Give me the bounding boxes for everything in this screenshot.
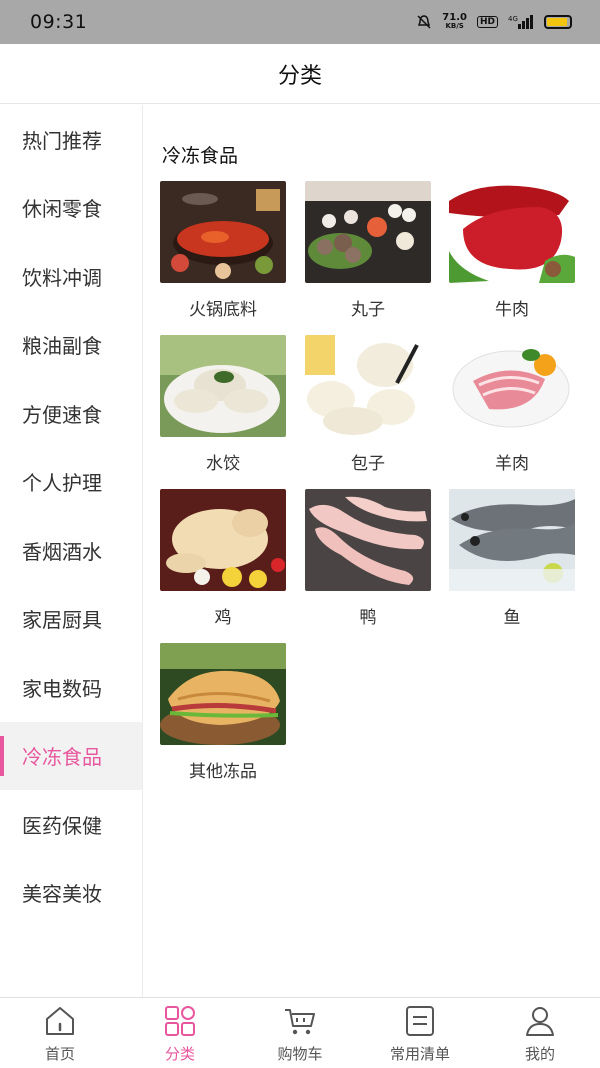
- tab-label: 常用清单: [389, 1045, 450, 1063]
- sidebar-item-label: 个人护理: [22, 471, 102, 496]
- product-label: 鱼: [503, 608, 521, 628]
- sidebar-item-label: 饮料冲调: [22, 265, 102, 290]
- beef-image: [449, 181, 575, 283]
- mutton-image: [449, 335, 575, 437]
- category-sidebar: 热门推荐 休闲零食 饮料冲调 粮油副食 方便速食 个人护理 香烟酒水 家居厨具 …: [0, 105, 143, 997]
- sidebar-item-label: 家电数码: [22, 676, 102, 701]
- sidebar-item-snacks[interactable]: 休闲零食: [0, 174, 142, 243]
- product-duck[interactable]: 鸭: [305, 489, 431, 629]
- mute-icon: [417, 15, 431, 29]
- tab-label: 分类: [164, 1045, 195, 1063]
- page-header: 分类: [0, 44, 600, 104]
- duck-feet-image: [305, 489, 431, 591]
- signal-label: 4G: [508, 15, 518, 23]
- user-icon: [526, 1007, 554, 1036]
- product-meatballs[interactable]: 丸子: [305, 181, 431, 321]
- category-content: 冷冻食品 火锅底料 丸子 牛肉 水饺 包子 羊肉 鸡 鸭 鱼 其他冻品: [144, 105, 600, 997]
- cart-icon: [285, 1009, 315, 1035]
- sidebar-item-instant-food[interactable]: 方便速食: [0, 379, 142, 448]
- product-label: 包子: [351, 454, 385, 474]
- product-label: 鸡: [214, 608, 232, 628]
- product-buns[interactable]: 包子: [305, 335, 431, 475]
- bottom-tab-bar: 首页 分类 购物车 常用清单 我的: [0, 997, 600, 1068]
- sidebar-item-label: 热门推荐: [22, 128, 102, 153]
- product-label: 牛肉: [495, 300, 529, 320]
- tab-home[interactable]: 首页: [0, 998, 120, 1068]
- sidebar-item-hot[interactable]: 热门推荐: [0, 105, 142, 174]
- product-label: 水饺: [206, 454, 240, 474]
- net-speed: 71.0 KB/S: [442, 13, 467, 31]
- hotpot-image: [160, 181, 286, 283]
- sidebar-item-beauty[interactable]: 美容美妆: [0, 859, 142, 928]
- section-title: 冷冻食品: [162, 145, 239, 167]
- sidebar-item-tobacco-wine[interactable]: 香烟酒水: [0, 516, 142, 585]
- pancake-image: [160, 643, 286, 745]
- dumplings-image: [160, 335, 286, 437]
- product-dumplings[interactable]: 水饺: [160, 335, 286, 475]
- status-time: 09:31: [30, 11, 88, 33]
- sidebar-item-label: 冷冻食品: [22, 745, 102, 770]
- status-icons: 71.0 KB/S HD 4G: [416, 13, 572, 31]
- product-mutton[interactable]: 羊肉: [449, 335, 575, 475]
- battery-icon: [544, 15, 572, 29]
- hd-badge: HD: [476, 16, 498, 28]
- net-speed-unit: KB/S: [445, 22, 464, 30]
- meatballs-image: [305, 181, 431, 283]
- list-icon: [406, 1006, 434, 1036]
- page-title: 分类: [277, 63, 322, 89]
- product-chicken[interactable]: 鸡: [160, 489, 286, 629]
- product-label: 火锅底料: [189, 300, 257, 320]
- sidebar-item-label: 医药保健: [22, 813, 102, 838]
- tab-list[interactable]: 常用清单: [360, 998, 480, 1068]
- home-icon: [46, 1007, 74, 1035]
- product-label: 鸭: [359, 608, 377, 628]
- sidebar-item-personal-care[interactable]: 个人护理: [0, 448, 142, 517]
- product-label: 其他冻品: [189, 762, 257, 782]
- sidebar-item-label: 粮油副食: [22, 334, 102, 359]
- category-icon: [165, 1006, 195, 1036]
- tab-cart[interactable]: 购物车: [240, 998, 360, 1068]
- sidebar-item-electronics[interactable]: 家电数码: [0, 653, 142, 722]
- sidebar-item-label: 家居厨具: [22, 608, 102, 633]
- product-hotpot-base[interactable]: 火锅底料: [160, 181, 286, 321]
- sidebar-item-grain-oil[interactable]: 粮油副食: [0, 311, 142, 380]
- tab-label: 我的: [524, 1045, 555, 1063]
- product-label: 羊肉: [495, 454, 529, 474]
- sidebar-item-label: 休闲零食: [22, 197, 102, 222]
- tab-category[interactable]: 分类: [120, 998, 240, 1068]
- product-beef[interactable]: 牛肉: [449, 181, 575, 321]
- product-other-frozen[interactable]: 其他冻品: [160, 643, 286, 783]
- status-bar: 09:31 71.0 KB/S HD 4G: [0, 0, 600, 44]
- sidebar-item-label: 方便速食: [22, 402, 102, 427]
- tab-profile[interactable]: 我的: [480, 998, 600, 1068]
- signal-icon: 4G: [508, 15, 533, 29]
- fish-image: [449, 489, 575, 591]
- sidebar-item-drinks[interactable]: 饮料冲调: [0, 242, 142, 311]
- product-fish[interactable]: 鱼: [449, 489, 575, 629]
- sidebar-item-label: 美容美妆: [22, 882, 102, 907]
- buns-image: [305, 335, 431, 437]
- tab-label: 购物车: [277, 1045, 323, 1063]
- sidebar-item-health[interactable]: 医药保健: [0, 790, 142, 859]
- net-speed-value: 71.0: [442, 12, 467, 23]
- sidebar-item-kitchenware[interactable]: 家居厨具: [0, 585, 142, 654]
- chicken-image: [160, 489, 286, 591]
- tab-label: 首页: [44, 1045, 75, 1063]
- sidebar-item-frozen-food[interactable]: 冷冻食品: [0, 721, 142, 790]
- product-label: 丸子: [351, 300, 385, 320]
- sidebar-item-label: 香烟酒水: [22, 539, 102, 564]
